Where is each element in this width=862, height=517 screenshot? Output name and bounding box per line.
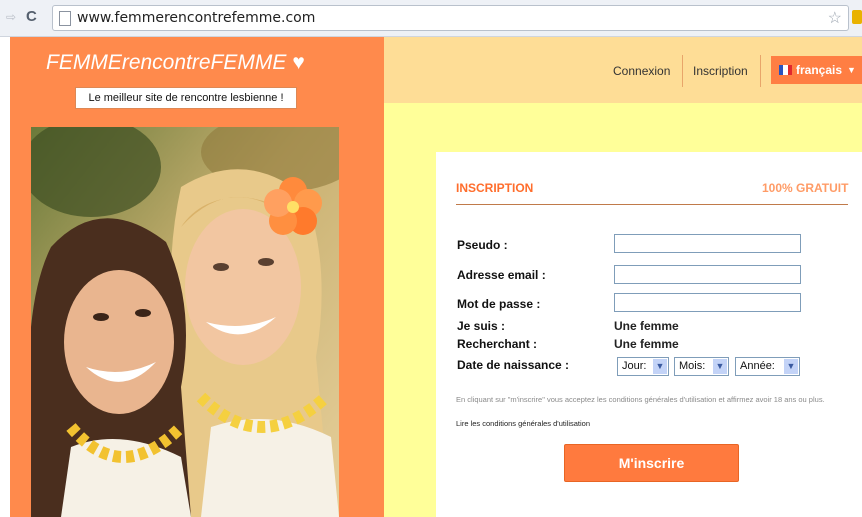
tagline: Le meilleur site de rencontre lesbienne … — [75, 87, 297, 109]
free-badge: 100% GRATUIT — [762, 181, 849, 195]
logo-text: FEMMErencontreFEMME — [46, 51, 287, 74]
pseudo-label: Pseudo : — [457, 238, 508, 252]
seeking-label: Recherchant : — [457, 337, 538, 351]
caret-down-icon: ▼ — [847, 65, 856, 75]
chevron-down-icon: ▼ — [713, 359, 727, 374]
site-logo[interactable]: FEMMErencontreFEMME ♥ — [46, 51, 305, 75]
brand-column: FEMMErencontreFEMME ♥ Le meilleur site de… — [10, 37, 384, 517]
month-select-value: Mois: — [679, 360, 706, 372]
extension-icon[interactable] — [852, 10, 862, 24]
pseudo-input[interactable] — [614, 234, 801, 253]
iam-value: Une femme — [614, 319, 679, 333]
page-icon — [59, 11, 71, 26]
signup-link[interactable]: Inscription — [693, 64, 748, 78]
forward-icon[interactable]: ⇨ — [6, 10, 16, 24]
email-input[interactable] — [614, 265, 801, 284]
nav-divider — [682, 55, 683, 87]
language-label: français — [796, 63, 843, 77]
chevron-down-icon: ▼ — [653, 359, 667, 374]
form-title: INSCRIPTION — [456, 181, 534, 195]
url-text[interactable]: www.femmerencontrefemme.com — [77, 10, 315, 26]
nav-divider — [760, 55, 761, 87]
star-icon[interactable]: ☆ — [828, 8, 842, 28]
year-select[interactable]: Année: ▼ — [735, 357, 800, 376]
submit-button[interactable]: M'inscrire — [564, 444, 739, 482]
signup-panel: INSCRIPTION 100% GRATUIT Pseudo : Adress… — [436, 152, 862, 517]
terms-link[interactable]: Lire les conditions générales d'utilisat… — [456, 419, 590, 428]
hero-photo — [31, 127, 339, 517]
chevron-down-icon: ▼ — [784, 359, 798, 374]
year-select-value: Année: — [740, 360, 775, 372]
legal-notice: En cliquant sur "m'inscrire" vous accept… — [456, 395, 825, 404]
reload-icon[interactable]: C — [26, 8, 37, 25]
language-selector[interactable]: français ▼ — [771, 56, 862, 84]
top-nav-bar: Connexion Inscription français ▼ — [384, 37, 862, 103]
main-area: Connexion Inscription français ▼ INSCRIP… — [384, 37, 862, 517]
email-label: Adresse email : — [457, 268, 546, 282]
address-bar[interactable]: www.femmerencontrefemme.com ☆ — [52, 5, 849, 31]
hero-photo-illustration — [31, 127, 339, 517]
month-select[interactable]: Mois: ▼ — [674, 357, 729, 376]
password-input[interactable] — [614, 293, 801, 312]
heart-icon: ♥ — [292, 51, 305, 74]
title-divider — [456, 204, 848, 205]
seeking-value: Une femme — [614, 337, 679, 351]
birthdate-label: Date de naissance : — [457, 358, 570, 372]
day-select-value: Jour: — [622, 360, 647, 372]
french-flag-icon — [779, 65, 792, 75]
login-link[interactable]: Connexion — [613, 64, 670, 78]
day-select[interactable]: Jour: ▼ — [617, 357, 669, 376]
iam-label: Je suis : — [457, 319, 506, 333]
password-label: Mot de passe : — [457, 297, 541, 311]
browser-toolbar: ⇨ C www.femmerencontrefemme.com ☆ — [0, 0, 862, 37]
